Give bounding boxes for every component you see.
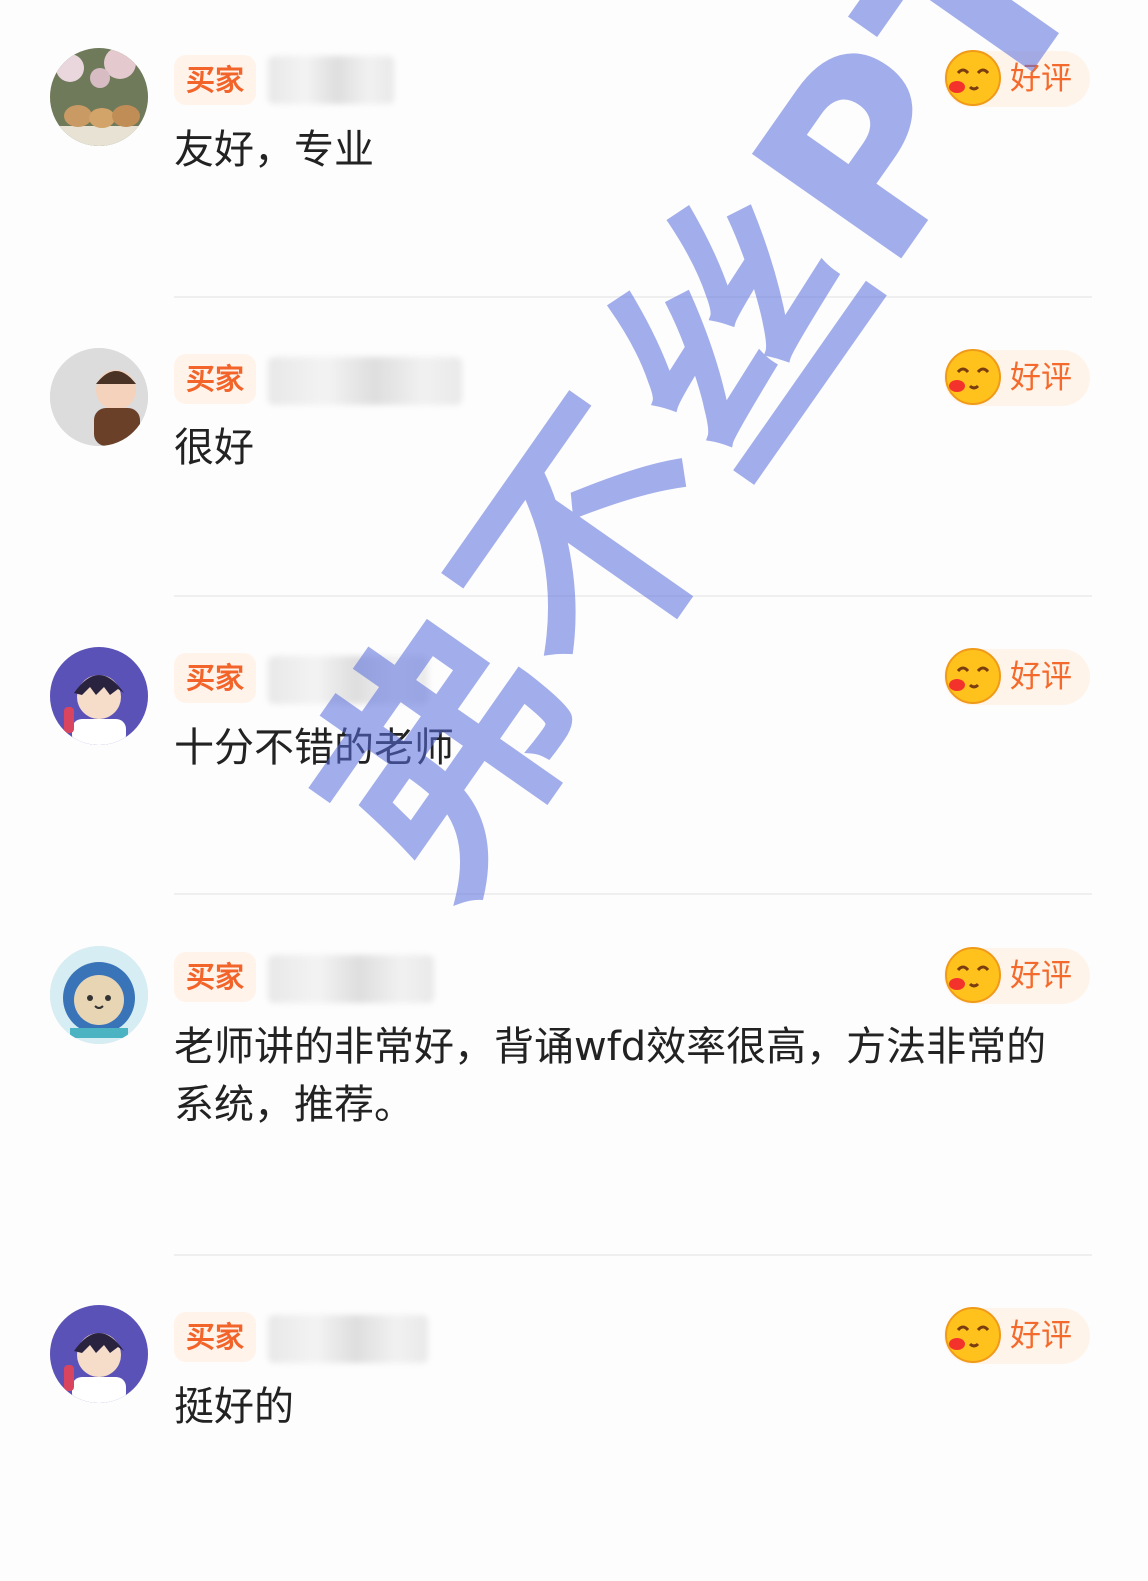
rating-label: 好评: [1010, 659, 1072, 695]
user-avatar[interactable]: [50, 1305, 148, 1403]
user-avatar[interactable]: [50, 946, 148, 1044]
rating-badge: 好评: [944, 348, 1090, 406]
smiley-face-icon: [944, 1306, 1002, 1364]
buyer-badge: 买家: [174, 55, 257, 105]
smiley-face-icon: [944, 946, 1002, 1004]
cat-astronaut-avatar-icon: [50, 946, 148, 1044]
rating-badge: 好评: [944, 1306, 1090, 1364]
blurred-username: [268, 357, 462, 405]
rabbits-photo-avatar-icon: [50, 48, 148, 146]
blurred-username: [268, 1315, 428, 1363]
buyer-badge: 买家: [174, 653, 257, 703]
anime-boy-avatar-icon: [50, 647, 148, 745]
smiley-face-icon: [944, 647, 1002, 705]
rating-badge: 好评: [944, 946, 1090, 1004]
review-text: 很好: [174, 425, 254, 471]
divider: [174, 296, 1092, 298]
blurred-username: [268, 56, 394, 104]
rating-label: 好评: [1010, 958, 1072, 994]
buyer-badge: 买家: [174, 354, 257, 404]
blurred-username: [268, 955, 434, 1003]
user-avatar[interactable]: [50, 348, 148, 446]
rating-label: 好评: [1010, 1318, 1072, 1354]
rating-label: 好评: [1010, 61, 1072, 97]
rating-label: 好评: [1010, 360, 1072, 396]
smiley-face-icon: [944, 348, 1002, 406]
rating-badge: 好评: [944, 49, 1090, 107]
rating-badge: 好评: [944, 647, 1090, 705]
buyer-badge: 买家: [174, 1312, 257, 1362]
review-text: 友好，专业: [174, 127, 374, 173]
divider: [174, 1254, 1092, 1256]
user-avatar[interactable]: [50, 48, 148, 146]
review-text: 十分不错的老师: [174, 725, 454, 771]
divider: [174, 893, 1092, 895]
buyer-badge: 买家: [174, 952, 257, 1002]
user-avatar[interactable]: [50, 647, 148, 745]
baby-photo-avatar-icon: [50, 348, 148, 446]
review-text: 老师讲的非常好，背诵wfd效率很高，方法非常的系统，推荐。: [174, 1024, 1047, 1128]
blurred-username: [268, 656, 428, 704]
divider: [174, 595, 1092, 597]
smiley-face-icon: [944, 49, 1002, 107]
anime-boy-avatar-icon: [50, 1305, 148, 1403]
review-text: 挺好的: [174, 1384, 294, 1430]
